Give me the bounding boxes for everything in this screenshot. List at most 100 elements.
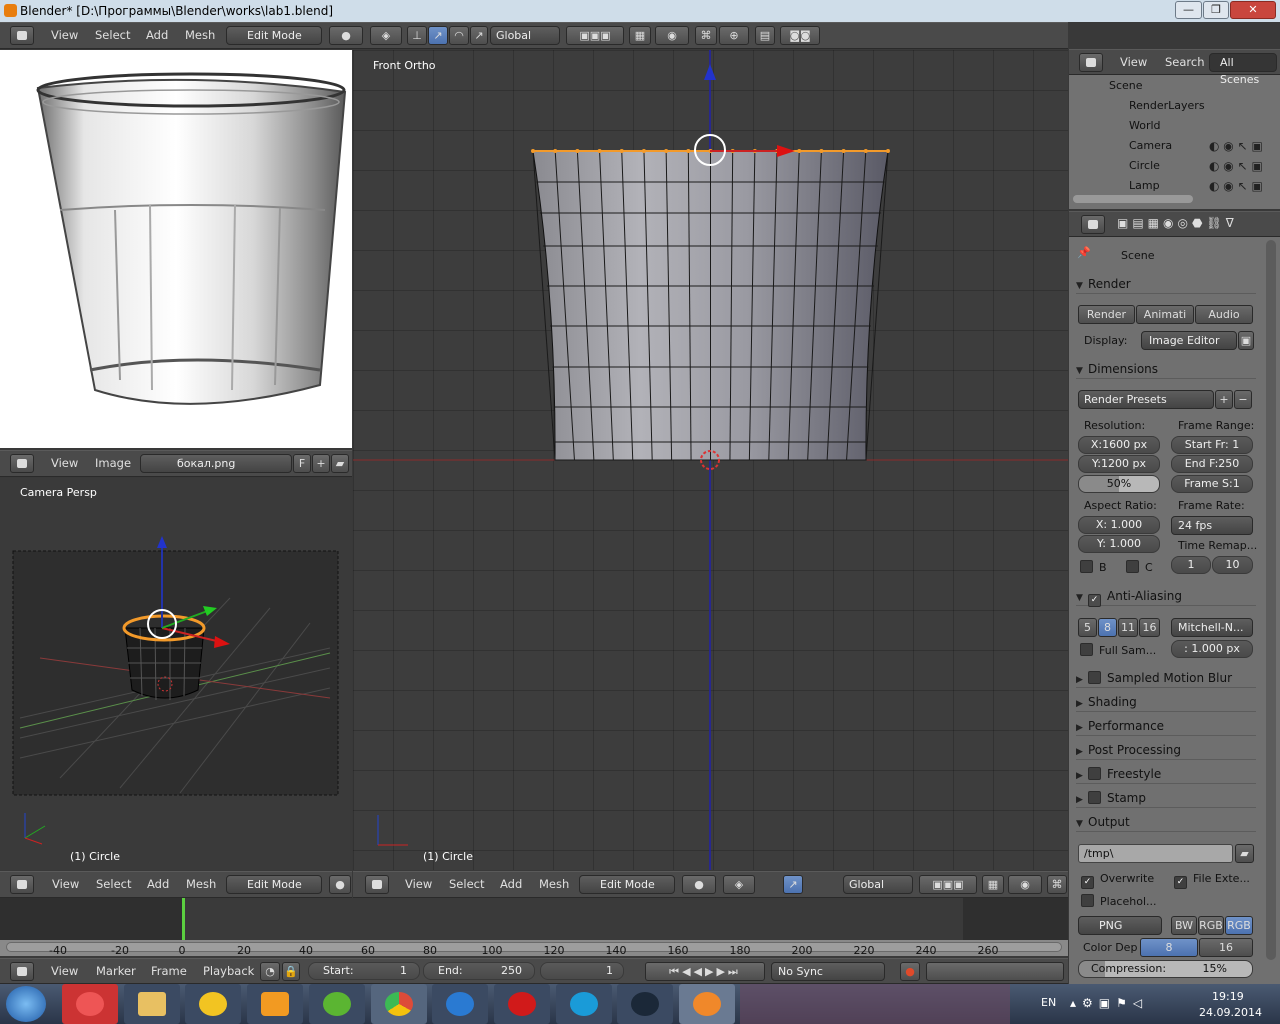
selected-vertex[interactable]	[664, 149, 669, 153]
selected-vertex[interactable]	[797, 149, 802, 153]
full-sample-checkbox[interactable]: Full Sam...	[1080, 643, 1156, 657]
remove-preset-button[interactable]: −	[1234, 390, 1252, 409]
selected-vertex[interactable]	[597, 149, 602, 153]
outliner-item-lamp[interactable]: Lamp	[1129, 179, 1160, 192]
aspect-x-field[interactable]: X: 1.000	[1078, 516, 1160, 534]
playback-controls[interactable]: ⏮◀◀▶▶⏭	[645, 962, 765, 981]
properties-scrollbar[interactable]	[1266, 240, 1276, 960]
layer-buttons[interactable]: ▣▣▣	[919, 875, 977, 894]
aa-samples-8[interactable]: 8	[1098, 618, 1117, 637]
resolution-y-field[interactable]: Y:1200 px	[1078, 455, 1160, 473]
aa-samples-5[interactable]: 5	[1078, 618, 1097, 637]
render-presets-dropdown[interactable]: Render Presets	[1078, 390, 1214, 409]
taskbar-download-icon[interactable]	[432, 984, 488, 1024]
close-button[interactable]: ✕	[1230, 1, 1276, 19]
selected-vertex[interactable]	[619, 149, 624, 153]
menu-select[interactable]: Select	[95, 23, 130, 47]
menu-playback[interactable]: Playback	[203, 959, 254, 983]
image-name-field[interactable]: бокал.png	[140, 454, 292, 473]
panel-shading[interactable]: ▶ Shading	[1076, 692, 1256, 712]
lock-range-toggle[interactable]: 🔒	[282, 962, 300, 981]
editor-type-icon[interactable]	[1081, 215, 1105, 234]
taskbar-media-icon[interactable]	[247, 984, 303, 1024]
pivot-dropdown[interactable]: ◈	[723, 875, 755, 894]
current-frame-marker[interactable]	[182, 898, 185, 940]
editor-type-icon[interactable]	[365, 875, 389, 894]
menu-select[interactable]: Select	[96, 872, 131, 896]
shading-dropdown[interactable]: ●	[682, 875, 716, 894]
translate-manipulator[interactable]: ↗	[783, 875, 803, 894]
editor-type-icon[interactable]	[10, 454, 34, 473]
aa-panel-header[interactable]: ▼ ✓ Anti-Aliasing	[1076, 586, 1256, 607]
selected-vertex[interactable]	[686, 149, 691, 153]
color-mode-rgb[interactable]: RGB	[1198, 916, 1224, 935]
pin-icon[interactable]: 📌	[1077, 246, 1091, 259]
keying-set-field[interactable]	[926, 962, 1064, 981]
scale-manipulator[interactable]: ↗	[470, 26, 488, 45]
outliner-item-scene[interactable]: Scene	[1109, 79, 1143, 92]
taskbar-chrome-icon[interactable]	[371, 984, 427, 1024]
current-frame-field[interactable]: 1	[540, 962, 624, 980]
selected-vertex[interactable]	[531, 149, 535, 153]
mode-dropdown[interactable]: Edit Mode	[226, 26, 322, 45]
taskbar-utorrent-icon[interactable]	[309, 984, 365, 1024]
aa-filter-dropdown[interactable]: Mitchell-N...	[1171, 618, 1253, 637]
selected-vertex[interactable]	[886, 149, 890, 153]
snap-toggle[interactable]: ⌘	[695, 26, 717, 45]
color-depth-8[interactable]: 8	[1140, 938, 1198, 957]
camera-viewport[interactable]: Camera Persp (1) Circle	[0, 478, 352, 870]
context-tabs[interactable]: ▣▤▦◉◎⬣⛓ᐁ	[1117, 216, 1238, 230]
fake-user-button[interactable]: F	[293, 454, 311, 473]
layer-buttons[interactable]: ▣▣▣	[566, 26, 624, 45]
selected-vertex[interactable]	[553, 149, 558, 153]
taskbar-explorer-icon[interactable]	[124, 984, 180, 1024]
crop-checkbox[interactable]: C	[1126, 560, 1153, 574]
outliner-item-circle[interactable]: Circle	[1129, 159, 1160, 172]
timeline-scrollbar[interactable]	[6, 942, 1062, 952]
language-indicator[interactable]: EN	[1041, 996, 1056, 1009]
selected-vertex[interactable]	[819, 149, 824, 153]
output-panel-header[interactable]: ▼ Output	[1076, 812, 1256, 832]
aa-samples-16[interactable]: 16	[1139, 618, 1160, 637]
dimensions-panel-header[interactable]: ▼ Dimensions	[1076, 359, 1256, 379]
menu-marker[interactable]: Marker	[96, 959, 136, 983]
open-image-icon[interactable]: ▰	[331, 454, 349, 473]
menu-view[interactable]: View	[51, 23, 78, 47]
color-mode-bw[interactable]: BW	[1171, 916, 1197, 935]
display-dropdown[interactable]: Image Editor	[1141, 331, 1237, 350]
render-button[interactable]: Render	[1078, 305, 1135, 324]
editor-type-icon[interactable]	[10, 962, 34, 981]
snap-toggle[interactable]: ⌘	[1047, 875, 1067, 894]
menu-add[interactable]: Add	[146, 23, 168, 47]
start-frame-field[interactable]: Start Fr: 1	[1171, 436, 1253, 454]
display-mode-dropdown[interactable]: All Scenes	[1209, 53, 1277, 86]
visibility-icons-camera[interactable]: ◐ ◉ ↖ ▣	[1209, 139, 1263, 153]
taskbar-skype-icon[interactable]	[556, 984, 612, 1024]
occlude-toggle[interactable]: ▦	[629, 26, 651, 45]
panel-post-processing[interactable]: ▶ Post Processing	[1076, 740, 1256, 760]
menu-frame[interactable]: Frame	[151, 959, 187, 983]
record-icon[interactable]: ●	[900, 962, 920, 981]
outliner-item-camera[interactable]: Camera	[1129, 139, 1172, 152]
placeholders-checkbox[interactable]: Placehol...	[1081, 894, 1157, 908]
menu-view[interactable]: View	[1120, 50, 1147, 74]
sync-mode-dropdown[interactable]: No Sync	[771, 962, 885, 981]
folder-icon[interactable]: ▰	[1235, 844, 1254, 863]
menu-image[interactable]: Image	[95, 451, 131, 475]
occlude-toggle[interactable]: ▦	[982, 875, 1004, 894]
aa-samples-11[interactable]: 11	[1118, 618, 1138, 637]
outliner-item-renderlayers[interactable]: RenderLayers	[1129, 99, 1205, 112]
taskbar-blender-icon[interactable]	[679, 984, 735, 1024]
menu-add[interactable]: Add	[500, 872, 522, 896]
audio-button[interactable]: Audio	[1195, 305, 1253, 324]
preview-range-toggle[interactable]: ◔	[260, 962, 280, 981]
menu-search[interactable]: Search	[1165, 50, 1205, 74]
menu-mesh[interactable]: Mesh	[186, 872, 216, 896]
selected-vertex[interactable]	[841, 149, 846, 153]
timeline-editor[interactable]	[0, 898, 1068, 958]
start-frame-field[interactable]: Start: 1	[308, 962, 420, 980]
proportional-dropdown[interactable]: ◉	[1008, 875, 1042, 894]
visibility-icons-lamp[interactable]: ◐ ◉ ↖ ▣	[1209, 179, 1263, 193]
menu-mesh[interactable]: Mesh	[185, 23, 215, 47]
orientation-dropdown[interactable]: Global	[490, 26, 560, 45]
